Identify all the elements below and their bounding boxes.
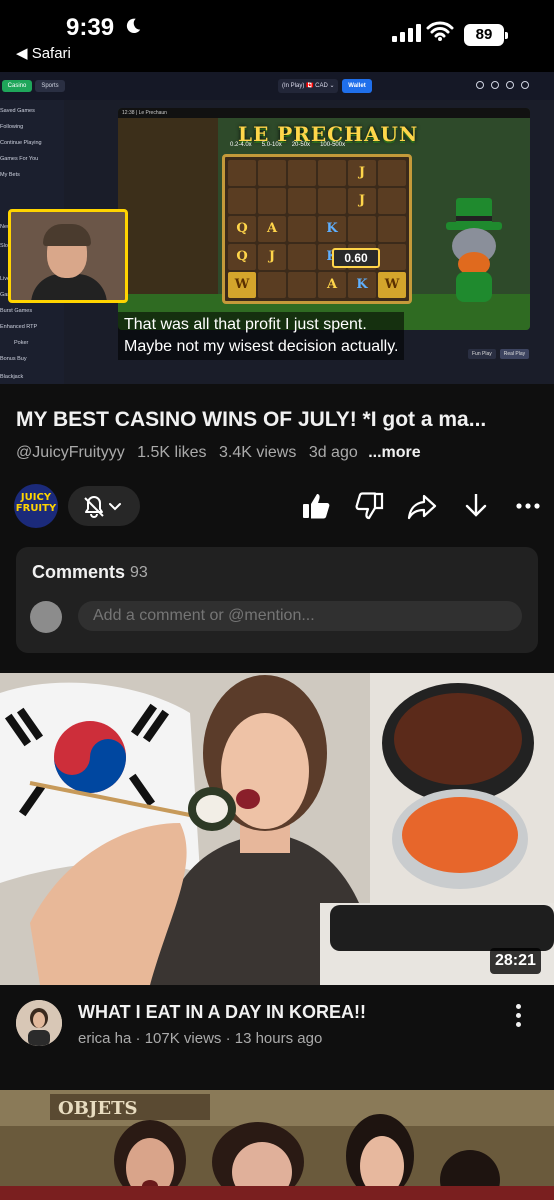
site-tab-casino: Casino — [2, 80, 32, 92]
upload-age: 3d ago — [308, 444, 358, 461]
site-nav-item: Following — [0, 124, 24, 130]
back-to-safari-button[interactable]: ◀ Safari — [16, 44, 71, 62]
slot-game: 12:38 | Le Prechaun LE PRECHAUN 0.2-4.0x… — [118, 108, 530, 330]
comments-count: 93 — [130, 564, 148, 581]
like-icon[interactable] — [300, 490, 332, 522]
kebab-icon[interactable] — [508, 1004, 528, 1030]
comments-label: Comments — [32, 562, 126, 582]
third-video-thumbnail[interactable]: OBJETS — [0, 1090, 554, 1200]
real-play-button: Real Play — [499, 349, 530, 359]
play-mode-buttons: Fun Play Real Play — [468, 349, 530, 359]
payout-table: 0.2-4.0x 5.0-10x 20-50x 100-500x — [230, 142, 345, 148]
streamer-webcam — [8, 209, 128, 303]
next-video-thumbnail[interactable] — [0, 673, 554, 985]
caption-box: That was all that profit I just spent. M… — [118, 312, 405, 360]
channel-avatar-erica[interactable] — [16, 1000, 62, 1046]
fun-play-button: Fun Play — [468, 349, 496, 359]
caption-line: That was all that profit I just spent. — [124, 316, 367, 333]
site-nav-item: Blackjack — [0, 374, 24, 380]
channel-avatar[interactable]: JUICY FRUITY — [14, 484, 58, 528]
status-bar: 9:39 ◀ Safari 89 — [0, 0, 554, 72]
view-count: 3.4K views — [218, 444, 297, 461]
caption-line: Maybe not my wisest decision actually. — [124, 338, 399, 355]
signal-icon — [392, 22, 421, 42]
user-avatar — [30, 601, 62, 633]
more-link[interactable]: ...more — [368, 444, 420, 461]
site-tab-sports: Sports — [35, 80, 65, 92]
bell-icon — [84, 496, 121, 518]
game-header: 12:38 | Le Prechaun — [118, 108, 530, 118]
video-meta[interactable]: @JuicyFruityyy 1.5K likes 3.4K views 3d … — [16, 444, 421, 462]
channel-handle: @JuicyFruityyy — [16, 444, 125, 461]
site-nav-item: Burst Games — [0, 308, 33, 314]
slot-reels: J J QAK QJK WAKW — [222, 154, 412, 304]
wallet-button: Wallet — [342, 79, 372, 93]
multiplier-display: 0.60 — [332, 248, 380, 268]
leprechaun-character — [446, 198, 502, 302]
payout-tier: 0.2-4.0x — [230, 142, 252, 148]
more-icon[interactable] — [512, 490, 544, 522]
duration-badge: 28:21 — [490, 948, 541, 974]
video-title[interactable]: MY BEST CASINO WINS OF JULY! *I got a ma… — [16, 408, 540, 432]
moon-icon — [126, 18, 141, 34]
site-nav-item: Bonus Buy — [0, 356, 27, 362]
site-nav-item: Enhanced RTP — [0, 324, 38, 330]
avatar-artwork — [16, 1000, 62, 1046]
comment-input[interactable] — [78, 601, 522, 631]
next-video-meta: erica ha · 107K views · 13 hours ago — [78, 1030, 323, 1047]
status-time: 9:39 — [66, 14, 115, 41]
site-nav-item: My Bets — [0, 172, 20, 178]
casino-site-topbar: Casino Sports (In Play) 🇨🇦 CAD ⌄ Wallet — [0, 72, 554, 100]
svg-text:OBJETS: OBJETS — [58, 1098, 138, 1119]
next-video-title[interactable]: WHAT I EAT IN A DAY IN KOREA!! — [78, 1002, 366, 1023]
dislike-icon[interactable] — [354, 490, 386, 522]
thumbnail-artwork — [0, 673, 554, 985]
share-icon[interactable] — [406, 490, 438, 522]
comments-card[interactable]: Comments 93 — [16, 547, 538, 653]
currency-select: (In Play) 🇨🇦 CAD ⌄ — [278, 79, 338, 93]
site-top-icons — [476, 81, 529, 89]
site-nav-item: Continue Playing — [0, 140, 42, 146]
site-nav-item: Saved Games — [0, 108, 35, 114]
battery-icon: 89 — [464, 24, 508, 46]
channel-logo: JUICY FRUITY — [15, 492, 57, 514]
payout-tier: 100-500x — [320, 142, 346, 148]
thumbnail-artwork: OBJETS — [0, 1090, 554, 1200]
site-nav-item: Poker — [14, 340, 29, 346]
video-player[interactable]: Casino Sports (In Play) 🇨🇦 CAD ⌄ Wallet … — [0, 72, 554, 384]
like-count: 1.5K likes — [137, 444, 207, 461]
download-icon[interactable] — [460, 490, 492, 522]
payout-tier: 5.0-10x — [261, 142, 282, 148]
notifications-button[interactable] — [68, 486, 140, 526]
payout-tier: 20-50x — [291, 142, 311, 148]
wifi-icon — [426, 21, 454, 41]
site-nav-item: Games For You — [0, 156, 39, 162]
